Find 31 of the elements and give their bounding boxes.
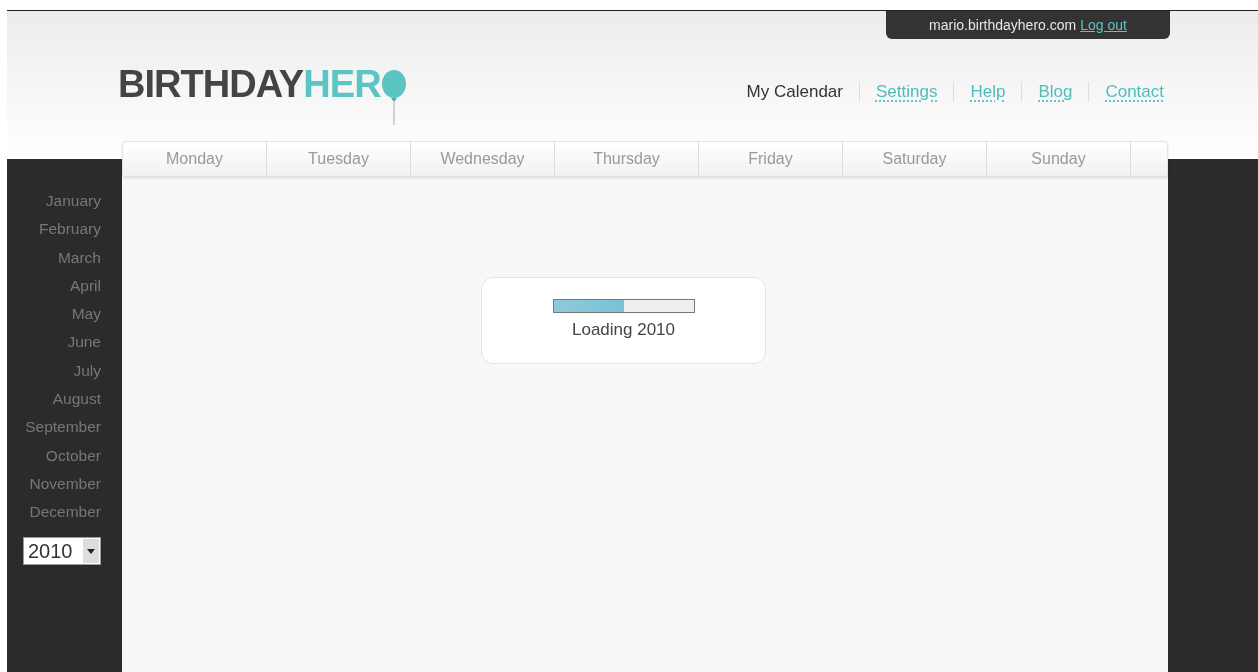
weekday-header: Friday (699, 142, 843, 176)
month-link[interactable]: July (73, 356, 101, 386)
month-link[interactable]: August (52, 385, 101, 414)
nav-link[interactable]: My Calendar (746, 79, 843, 105)
nav-link[interactable]: Blog (1038, 79, 1073, 105)
nav-link[interactable]: Help (970, 79, 1006, 105)
weekday-header: Tuesday (267, 142, 411, 176)
month-link[interactable]: October (45, 441, 101, 470)
month-link[interactable]: May (71, 300, 101, 329)
logo-text: BIRTHDAY (118, 65, 304, 103)
weekday-header: Sunday (987, 142, 1131, 176)
month-link[interactable]: September (25, 413, 101, 442)
balloon-icon (380, 69, 407, 125)
weekday-header: Saturday (843, 142, 987, 176)
logo-text: HER (303, 65, 381, 103)
weekday-header: Thursday (555, 142, 699, 176)
month-link[interactable]: April (70, 271, 101, 301)
loading-text: Loading 2010 (571, 318, 675, 341)
month-link[interactable]: January (45, 187, 101, 216)
weekday-header: Monday (123, 142, 267, 176)
month-link[interactable]: February (38, 215, 101, 244)
month-link[interactable]: June (67, 328, 101, 357)
year-select[interactable]: 2010 (23, 536, 101, 565)
logout-link[interactable]: Log out (1080, 14, 1127, 36)
account-domain: mario.birthdayhero.com (929, 15, 1077, 35)
month-link[interactable]: March (57, 243, 101, 272)
month-link[interactable]: December (29, 498, 101, 527)
month-link[interactable]: November (29, 469, 101, 499)
weekday-header: Wednesday (411, 142, 555, 176)
nav-link[interactable]: Contact (1105, 79, 1164, 105)
nav-link[interactable]: Settings (875, 79, 938, 105)
